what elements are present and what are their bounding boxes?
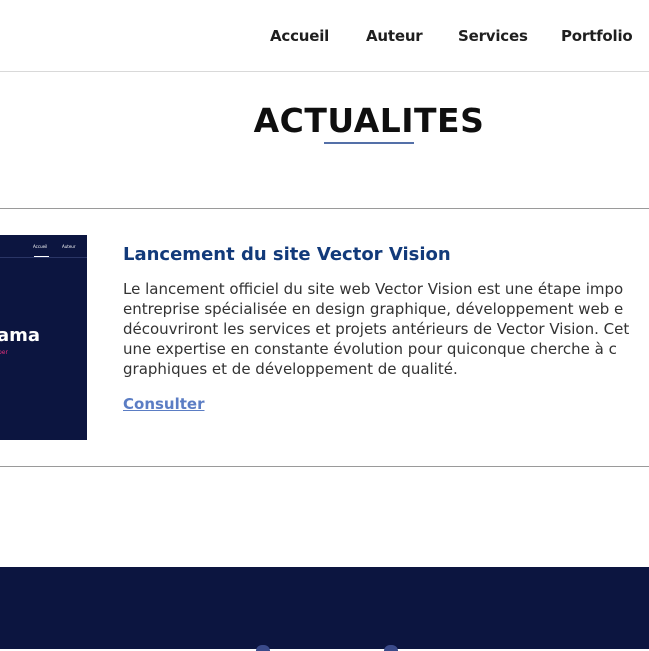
thumbnail-nav-label: Accueil: [33, 244, 48, 249]
consult-link[interactable]: Consulter: [123, 395, 204, 413]
footer-partial-glyph: [256, 645, 270, 651]
excerpt-line: entreprise spécialisée en design graphiq…: [123, 300, 624, 318]
footer-partial-glyph: [384, 645, 398, 651]
article-excerpt: Le lancement officiel du site web Vector…: [123, 279, 649, 379]
thumbnail-headline: ama: [0, 325, 41, 346]
top-navigation-bar: Accueil Auteur Services Portfolio: [0, 0, 649, 72]
excerpt-line: une expertise en constante évolution pou…: [123, 340, 617, 358]
article-title[interactable]: Lancement du site Vector Vision: [123, 244, 451, 265]
article-bottom-divider: [0, 466, 649, 467]
thumbnail-active-indicator: [34, 256, 49, 257]
excerpt-line: découvriront les services et projets ant…: [123, 320, 630, 338]
article-thumbnail[interactable]: Accueil Auteur ama per: [0, 235, 87, 440]
excerpt-line: graphiques et de développement de qualit…: [123, 360, 458, 378]
title-underline: [324, 142, 414, 144]
thumbnail-nav-label: Auteur: [62, 244, 76, 249]
nav-link-accueil[interactable]: Accueil: [270, 27, 329, 45]
thumbnail-subline: per: [0, 349, 8, 356]
nav-link-portfolio[interactable]: Portfolio: [561, 27, 633, 45]
thumbnail-nav-divider: [0, 257, 87, 258]
page-title: ACTUALITES: [253, 101, 485, 140]
nav-link-services[interactable]: Services: [458, 27, 528, 45]
nav-link-auteur[interactable]: Auteur: [366, 27, 423, 45]
article-top-divider: [0, 208, 649, 209]
excerpt-line: Le lancement officiel du site web Vector…: [123, 280, 624, 298]
footer: [0, 567, 649, 651]
